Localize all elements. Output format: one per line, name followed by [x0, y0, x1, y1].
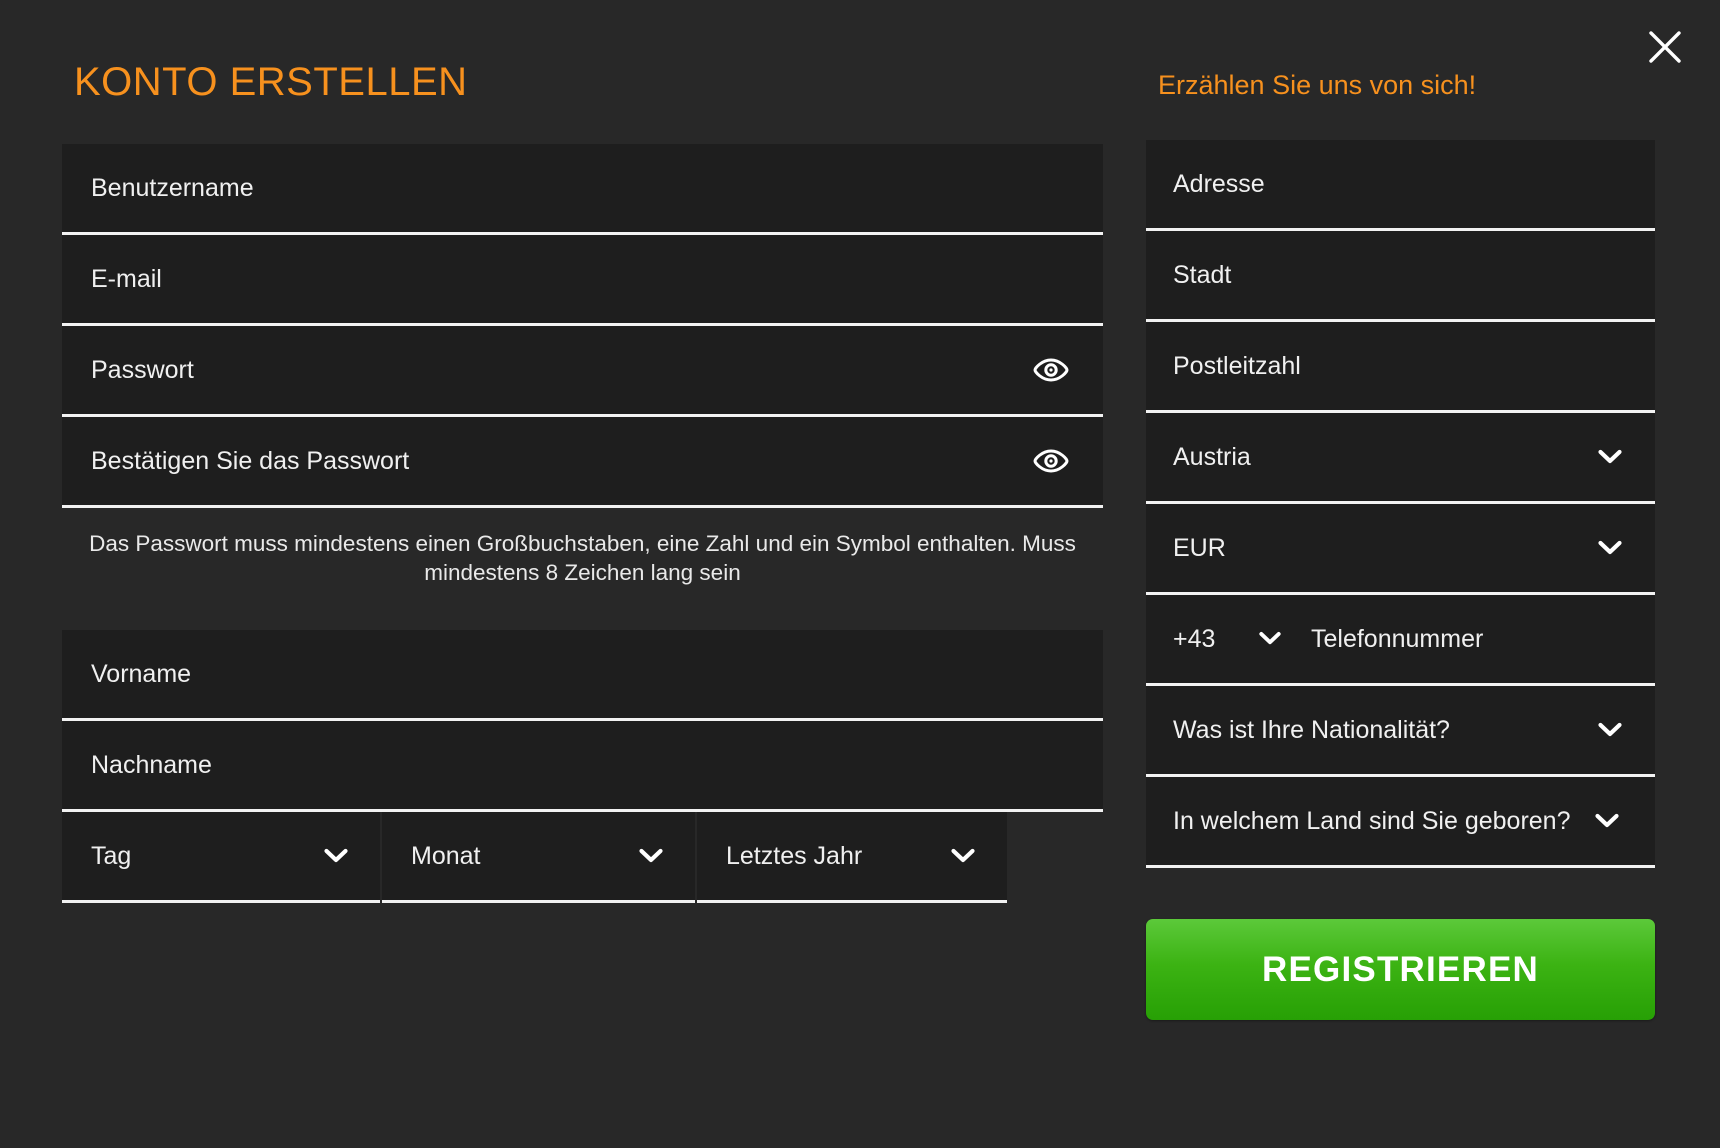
address-field[interactable]: Adresse — [1146, 140, 1655, 231]
account-details-column: Benutzername E-mail Passwort Bestätigen … — [62, 144, 1103, 904]
birth-month-select[interactable]: Monat — [382, 812, 695, 904]
last-name-field[interactable]: Nachname — [62, 721, 1103, 813]
personal-section-title: Erzählen Sie uns von sich! — [1158, 70, 1477, 100]
create-account-modal: KONTO ERSTELLEN Erzählen Sie uns von sic… — [0, 0, 1720, 1148]
birth-month-label: Monat — [411, 841, 481, 870]
birthdate-row: Tag Monat Letztes Jahr — [62, 812, 1103, 904]
password-visibility-toggle[interactable] — [1029, 353, 1073, 387]
postcode-placeholder: Postleitzahl — [1173, 351, 1301, 380]
chevron-down-icon — [1595, 813, 1619, 829]
birth-country-select[interactable]: In welchem Land sind Sie geboren? — [1146, 777, 1655, 868]
email-placeholder: E-mail — [91, 264, 162, 293]
name-fields-group: Vorname Nachname Tag Monat Letztes Jahr — [62, 630, 1103, 904]
confirm-password-visibility-toggle[interactable] — [1029, 444, 1073, 478]
nationality-select[interactable]: Was ist Ihre Nationalität? — [1146, 686, 1655, 777]
birth-country-value: In welchem Land sind Sie geboren? — [1173, 806, 1571, 835]
phone-row: +43 Telefonnummer — [1146, 595, 1655, 686]
nationality-value: Was ist Ihre Nationalität? — [1173, 715, 1450, 744]
confirm-password-field[interactable]: Bestätigen Sie das Passwort — [62, 417, 1103, 508]
phone-country-code-value: +43 — [1173, 624, 1216, 653]
first-name-field[interactable]: Vorname — [62, 630, 1103, 722]
birth-year-select[interactable]: Letztes Jahr — [697, 812, 1007, 904]
first-name-placeholder: Vorname — [91, 659, 192, 688]
chevron-down-icon — [1259, 631, 1283, 647]
chevron-down-icon — [1598, 722, 1622, 738]
eye-icon — [1032, 357, 1070, 383]
password-placeholder: Passwort — [91, 355, 194, 384]
eye-icon — [1032, 448, 1070, 474]
city-placeholder: Stadt — [1173, 260, 1232, 289]
currency-select[interactable]: EUR — [1146, 504, 1655, 595]
birth-day-label: Tag — [91, 841, 132, 870]
city-field[interactable]: Stadt — [1146, 231, 1655, 322]
currency-value: EUR — [1173, 533, 1226, 562]
password-field[interactable]: Passwort — [62, 326, 1103, 417]
username-field[interactable]: Benutzername — [62, 144, 1103, 235]
chevron-down-icon — [324, 849, 348, 864]
address-placeholder: Adresse — [1173, 169, 1265, 198]
confirm-password-placeholder: Bestätigen Sie das Passwort — [91, 446, 410, 475]
close-icon — [1647, 29, 1683, 65]
country-value: Austria — [1173, 442, 1251, 471]
username-placeholder: Benutzername — [91, 173, 254, 202]
phone-number-placeholder[interactable]: Telefonnummer — [1311, 625, 1483, 654]
birth-year-label: Letztes Jahr — [726, 841, 863, 870]
password-requirements-text: Das Passwort muss mindestens einen Großb… — [89, 531, 1076, 585]
birth-day-select[interactable]: Tag — [62, 812, 380, 904]
last-name-placeholder: Nachname — [91, 750, 212, 779]
chevron-down-icon — [639, 849, 663, 864]
personal-details-column: Adresse Stadt Postleitzahl Austria EUR +… — [1146, 140, 1655, 1020]
email-field[interactable]: E-mail — [62, 235, 1103, 326]
phone-country-code-select[interactable]: +43 — [1146, 595, 1311, 683]
chevron-down-icon — [1598, 449, 1622, 465]
chevron-down-icon — [951, 849, 975, 864]
page-title: KONTO ERSTELLEN — [74, 60, 468, 104]
chevron-down-icon — [1598, 540, 1622, 556]
register-button[interactable]: REGISTRIEREN — [1146, 919, 1655, 1020]
close-modal-button[interactable] — [1630, 12, 1700, 82]
postcode-field[interactable]: Postleitzahl — [1146, 322, 1655, 413]
country-select[interactable]: Austria — [1146, 413, 1655, 504]
